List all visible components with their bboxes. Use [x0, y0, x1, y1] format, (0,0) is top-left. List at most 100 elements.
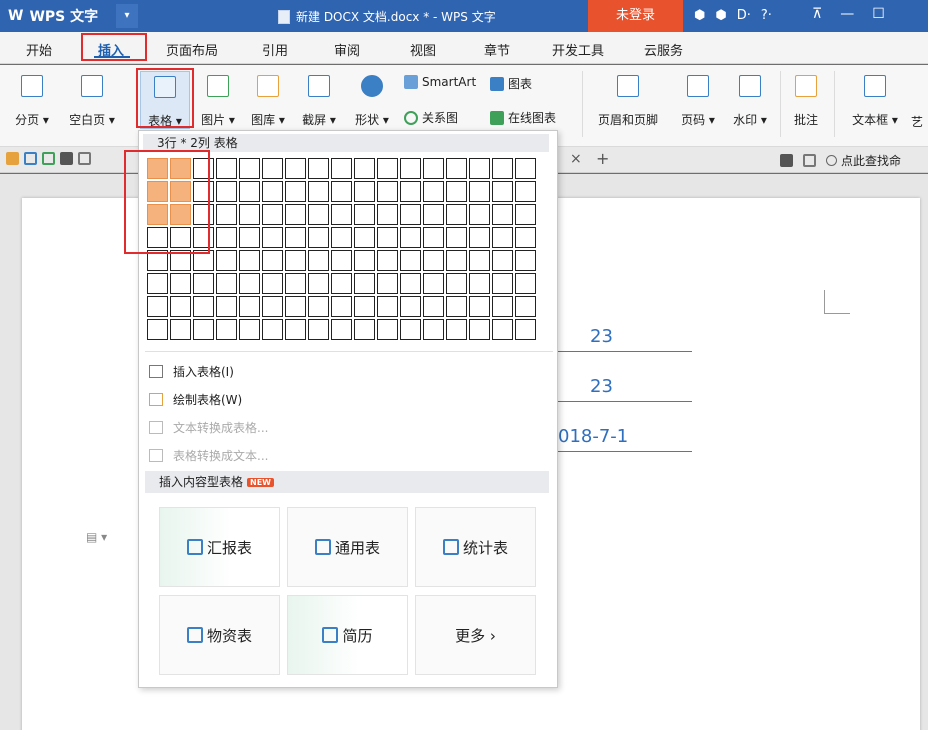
table-grid-cell[interactable]	[515, 250, 536, 271]
table-grid-cell[interactable]	[515, 204, 536, 225]
table-grid-cell[interactable]	[239, 250, 260, 271]
table-grid-cell[interactable]	[469, 273, 490, 294]
table-grid-cell[interactable]	[423, 181, 444, 202]
app-menu-arrow-icon[interactable]: ▾	[116, 4, 138, 28]
save-icon[interactable]	[24, 152, 37, 165]
picture-button[interactable]: 图片 ▾	[196, 75, 240, 128]
table-grid-cell[interactable]	[492, 181, 513, 202]
table-grid-cell[interactable]	[446, 250, 467, 271]
table-grid-cell[interactable]	[262, 227, 283, 248]
table-grid-cell[interactable]	[469, 296, 490, 317]
table-grid-cell[interactable]	[423, 319, 444, 340]
table-grid-cell[interactable]	[423, 296, 444, 317]
tab-cloud[interactable]: 云服务	[644, 40, 683, 59]
table-grid-cell[interactable]	[239, 158, 260, 179]
table-grid-cell[interactable]	[308, 181, 329, 202]
table-grid-cell[interactable]	[216, 158, 237, 179]
table-grid-cell[interactable]	[331, 158, 352, 179]
table-grid-cell[interactable]	[285, 158, 306, 179]
tab-view[interactable]: 视图	[410, 40, 436, 59]
open-folder-icon[interactable]	[6, 152, 19, 165]
table-grid-cell[interactable]	[193, 296, 214, 317]
table-grid-cell[interactable]	[308, 319, 329, 340]
table-grid-cell[interactable]	[423, 273, 444, 294]
table-grid-cell[interactable]	[285, 181, 306, 202]
table-grid-cell[interactable]	[515, 227, 536, 248]
text-to-table-item[interactable]: 文本转换成表格...	[149, 417, 268, 437]
table-grid-cell[interactable]	[469, 158, 490, 179]
table-grid-cell[interactable]	[285, 204, 306, 225]
resume-card[interactable]: 简历	[287, 595, 408, 675]
table-grid-cell[interactable]	[331, 227, 352, 248]
online-chart-button[interactable]: 在线图表	[490, 109, 556, 126]
table-grid-cell[interactable]	[492, 227, 513, 248]
table-grid-cell[interactable]	[354, 181, 375, 202]
table-grid-cell[interactable]	[170, 273, 191, 294]
table-grid-cell[interactable]	[239, 296, 260, 317]
table-grid-cell[interactable]	[377, 250, 398, 271]
form-field-1[interactable]: 23	[558, 326, 692, 352]
table-grid-cell[interactable]	[216, 296, 237, 317]
format-painter-icon[interactable]	[803, 154, 816, 167]
insert-table-item[interactable]: 插入表格(I)	[149, 361, 234, 381]
table-grid-cell[interactable]	[216, 227, 237, 248]
table-grid-cell[interactable]	[469, 204, 490, 225]
table-grid-cell[interactable]	[147, 273, 168, 294]
table-grid-cell[interactable]	[400, 181, 421, 202]
display-icon[interactable]	[780, 154, 793, 167]
table-grid-cell[interactable]	[423, 227, 444, 248]
table-grid-cell[interactable]	[377, 204, 398, 225]
table-grid-cell[interactable]	[354, 204, 375, 225]
tab-developer[interactable]: 开发工具	[552, 40, 604, 59]
collapse-ribbon-icon[interactable]: ⊼	[812, 6, 822, 22]
report-table-card[interactable]: 汇报表	[159, 507, 280, 587]
table-grid-cell[interactable]	[239, 204, 260, 225]
table-grid-cell[interactable]	[262, 204, 283, 225]
table-grid-cell[interactable]	[446, 319, 467, 340]
table-grid-cell[interactable]	[354, 158, 375, 179]
tab-home[interactable]: 开始	[26, 40, 52, 59]
table-grid-cell[interactable]	[331, 319, 352, 340]
table-grid-cell[interactable]	[308, 273, 329, 294]
table-grid-cell[interactable]	[515, 158, 536, 179]
shape-button[interactable]: 形状 ▾	[350, 75, 394, 128]
tab-page-layout[interactable]: 页面布局	[166, 40, 218, 59]
table-grid-cell[interactable]	[492, 296, 513, 317]
table-grid-cell[interactable]	[469, 250, 490, 271]
tab-references[interactable]: 引用	[262, 40, 288, 59]
table-grid-cell[interactable]	[400, 296, 421, 317]
export-pdf-icon[interactable]	[42, 152, 55, 165]
maximize-button[interactable]: ☐	[872, 6, 885, 22]
table-to-text-item[interactable]: 表格转换成文本...	[149, 445, 268, 465]
comment-button[interactable]: 批注	[788, 75, 824, 128]
skin-icon[interactable]: ⬢	[694, 8, 705, 23]
table-grid-cell[interactable]	[285, 273, 306, 294]
login-button[interactable]: 未登录	[588, 0, 683, 32]
textbox-button[interactable]: 文本框 ▾	[844, 75, 906, 128]
blank-page-button[interactable]: 空白页 ▾	[62, 75, 122, 128]
table-grid-cell[interactable]	[216, 250, 237, 271]
minimize-button[interactable]: —	[840, 6, 854, 22]
table-grid-cell[interactable]	[469, 319, 490, 340]
new-tab-icon[interactable]: +	[596, 149, 609, 168]
more-card[interactable]: 更多 ›	[415, 595, 536, 675]
table-grid-cell[interactable]	[492, 158, 513, 179]
gallery-button[interactable]: 图库 ▾	[246, 75, 290, 128]
general-table-card[interactable]: 通用表	[287, 507, 408, 587]
table-grid-cell[interactable]	[446, 204, 467, 225]
screenshot-button[interactable]: 截屏 ▾	[297, 75, 341, 128]
table-grid-cell[interactable]	[492, 319, 513, 340]
paragraph-layout-icon[interactable]: ▤ ▾	[86, 530, 107, 544]
table-grid-cell[interactable]	[308, 296, 329, 317]
table-grid-cell[interactable]	[262, 158, 283, 179]
table-grid-cell[interactable]	[285, 250, 306, 271]
table-grid-cell[interactable]	[216, 319, 237, 340]
table-grid-cell[interactable]	[515, 296, 536, 317]
table-grid-cell[interactable]	[262, 250, 283, 271]
table-grid-cell[interactable]	[492, 250, 513, 271]
table-grid-cell[interactable]	[170, 296, 191, 317]
table-grid-cell[interactable]	[331, 296, 352, 317]
table-grid-cell[interactable]	[354, 319, 375, 340]
watermark-button[interactable]: 水印 ▾	[726, 75, 774, 128]
table-grid-cell[interactable]	[216, 181, 237, 202]
